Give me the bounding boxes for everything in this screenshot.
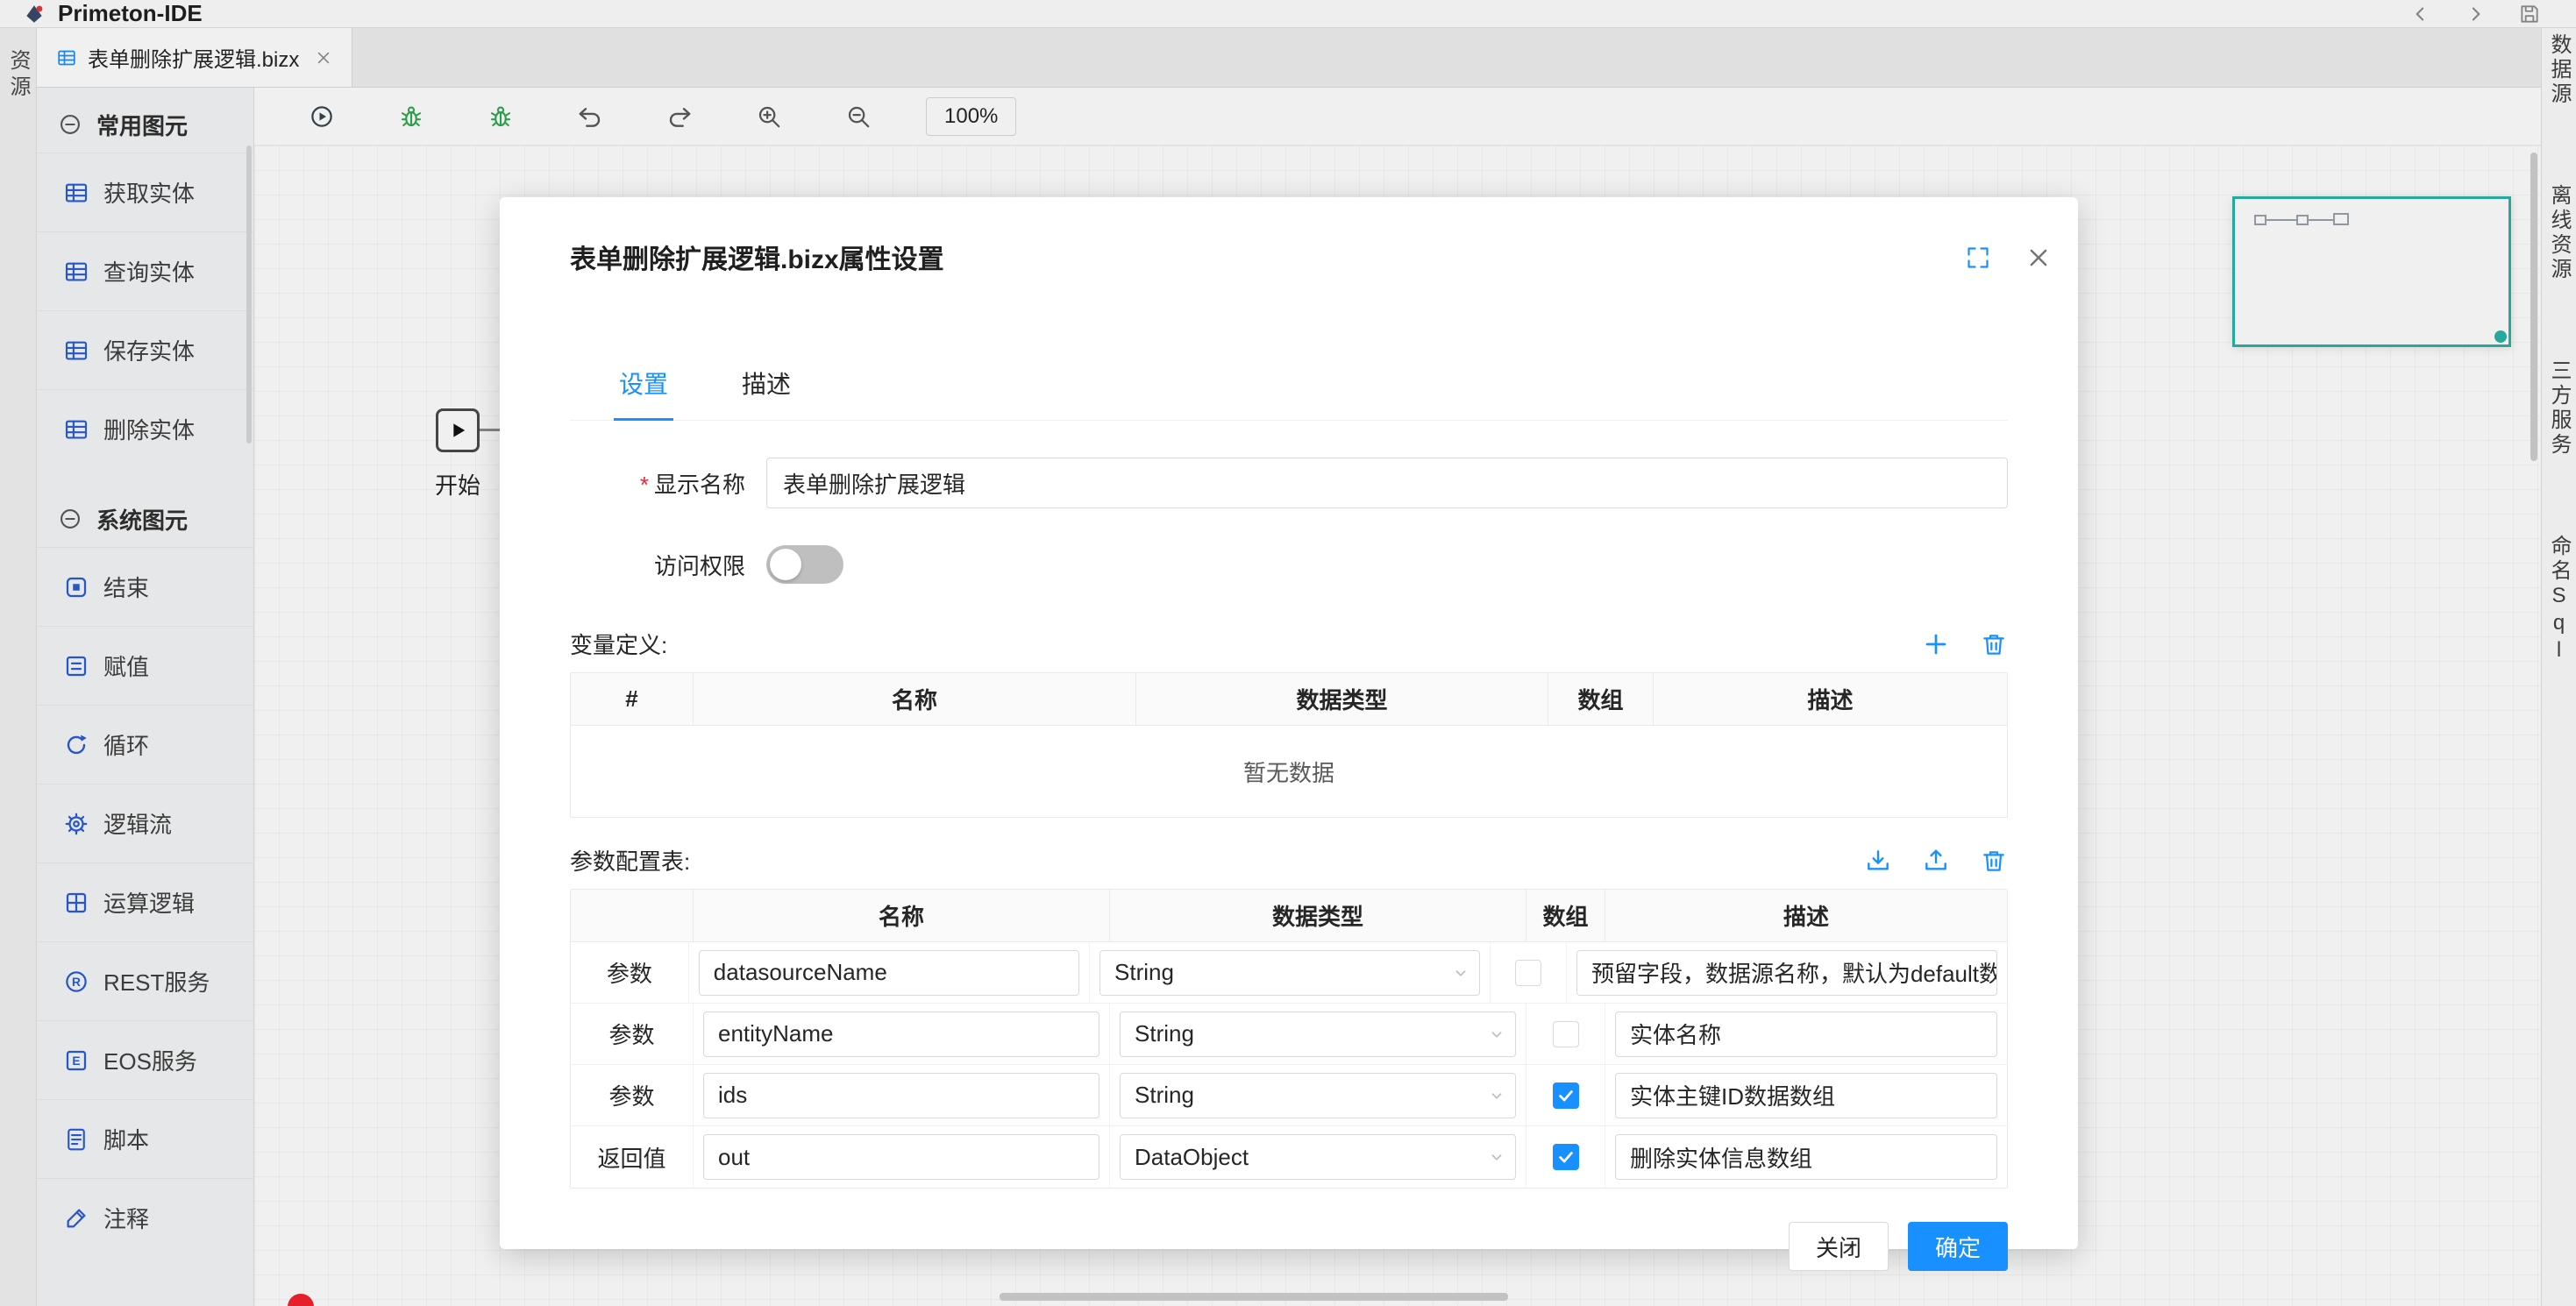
variables-table: # 名称 数据类型 数组 描述 暂无数据 xyxy=(570,672,2008,818)
tab-settings[interactable]: 设置 xyxy=(614,366,673,421)
params-section-title: 参数配置表: xyxy=(570,844,690,877)
param-type-select[interactable]: String xyxy=(1120,1011,1516,1057)
modal-footer: 关闭 确定 xyxy=(570,1222,2008,1271)
param-kind: 返回值 xyxy=(571,1126,694,1188)
export-params-icon[interactable] xyxy=(1922,847,1950,875)
modal-tabs: 设置 描述 xyxy=(570,366,2008,421)
col-array: 数组 xyxy=(1526,890,1605,941)
param-array-checkbox[interactable] xyxy=(1515,960,1541,986)
col-desc: 描述 xyxy=(1654,673,2007,725)
params-actions xyxy=(1864,847,2008,875)
ok-button[interactable]: 确定 xyxy=(1908,1222,2008,1271)
chevron-down-icon xyxy=(1487,1025,1506,1044)
param-desc-input[interactable]: 删除实体信息数组 xyxy=(1615,1134,1997,1180)
fullscreen-icon[interactable] xyxy=(1966,245,1990,270)
param-array-checkbox[interactable] xyxy=(1553,1021,1579,1047)
param-type-select[interactable]: String xyxy=(1099,950,1480,996)
col-name: 名称 xyxy=(694,673,1136,725)
tab-description[interactable]: 描述 xyxy=(737,366,796,420)
col-type: 数据类型 xyxy=(1110,890,1526,941)
param-type-value: String xyxy=(1135,1020,1194,1047)
param-desc-input[interactable]: 预留字段，数据源名称，默认为default数 xyxy=(1576,950,1997,996)
param-row: 参数 datasourceName String 预留字段，数据源名称，默认为d… xyxy=(571,942,2007,1004)
properties-modal: 表单删除扩展逻辑.bizx属性设置 设置 描述 *显示名称 表单删除扩展逻辑 访… xyxy=(500,197,2078,1249)
params-table-header: 名称 数据类型 数组 描述 xyxy=(571,890,2007,942)
param-kind: 参数 xyxy=(571,942,689,1003)
display-name-row: *显示名称 表单删除扩展逻辑 xyxy=(570,458,2008,508)
param-name-input[interactable]: entityName xyxy=(703,1011,1099,1057)
col-array: 数组 xyxy=(1548,673,1654,725)
modal-close-icon[interactable] xyxy=(2025,245,2052,271)
param-type-select[interactable]: String xyxy=(1120,1073,1516,1118)
close-button[interactable]: 关闭 xyxy=(1789,1222,1889,1271)
display-name-label: *显示名称 xyxy=(570,467,745,500)
param-kind: 参数 xyxy=(571,1004,694,1064)
delete-param-icon[interactable] xyxy=(1980,847,2008,875)
access-toggle[interactable] xyxy=(766,545,843,584)
col-desc: 描述 xyxy=(1605,890,2007,941)
param-row: 参数 ids String 实体主键ID数据数组 xyxy=(571,1065,2007,1126)
param-name-input[interactable]: ids xyxy=(703,1073,1099,1118)
check-icon xyxy=(1556,1147,1576,1167)
display-name-input[interactable]: 表单删除扩展逻辑 xyxy=(766,458,2008,508)
variables-section-header: 变量定义: xyxy=(570,628,2008,660)
modal-header: 表单删除扩展逻辑.bizx属性设置 xyxy=(570,197,2008,276)
params-table: 名称 数据类型 数组 描述 参数 datasourceName String 预… xyxy=(570,889,2008,1189)
chevron-down-icon xyxy=(1487,1086,1506,1105)
variables-section-title: 变量定义: xyxy=(570,628,667,660)
param-name-input[interactable]: datasourceName xyxy=(699,950,1079,996)
param-type-value: String xyxy=(1135,1082,1194,1109)
display-name-label-text: 显示名称 xyxy=(654,472,745,498)
required-mark: * xyxy=(640,472,649,498)
delete-variable-icon[interactable] xyxy=(1980,630,2008,658)
param-type-select[interactable]: DataObject xyxy=(1120,1134,1516,1180)
param-desc-input[interactable]: 实体名称 xyxy=(1615,1011,1997,1057)
col-index: # xyxy=(571,673,694,725)
import-params-icon[interactable] xyxy=(1864,847,1892,875)
chevron-down-icon xyxy=(1451,963,1470,983)
param-kind: 参数 xyxy=(571,1065,694,1125)
col-name: 名称 xyxy=(694,890,1110,941)
param-row: 参数 entityName String 实体名称 xyxy=(571,1004,2007,1065)
variables-table-header: # 名称 数据类型 数组 描述 xyxy=(571,673,2007,726)
variables-actions xyxy=(1922,630,2008,658)
variables-empty-text: 暂无数据 xyxy=(571,726,2007,817)
params-section-header: 参数配置表: xyxy=(570,844,2008,877)
param-row: 返回值 out DataObject 删除实体信息数组 xyxy=(571,1126,2007,1188)
param-type-value: String xyxy=(1114,959,1174,986)
check-icon xyxy=(1556,1086,1576,1105)
modal-header-actions xyxy=(1966,245,2052,271)
col-kind xyxy=(571,890,694,941)
param-type-value: DataObject xyxy=(1135,1144,1249,1171)
access-row: 访问权限 xyxy=(570,545,2008,584)
param-name-input[interactable]: out xyxy=(703,1134,1099,1180)
access-label: 访问权限 xyxy=(570,549,745,581)
col-type: 数据类型 xyxy=(1136,673,1548,725)
chevron-down-icon xyxy=(1487,1147,1506,1167)
toggle-knob xyxy=(770,549,801,580)
param-array-checkbox[interactable] xyxy=(1553,1082,1579,1109)
param-desc-input[interactable]: 实体主键ID数据数组 xyxy=(1615,1073,1997,1118)
param-array-checkbox[interactable] xyxy=(1553,1144,1579,1170)
modal-title: 表单删除扩展逻辑.bizx属性设置 xyxy=(570,238,944,276)
add-variable-icon[interactable] xyxy=(1922,630,1950,658)
